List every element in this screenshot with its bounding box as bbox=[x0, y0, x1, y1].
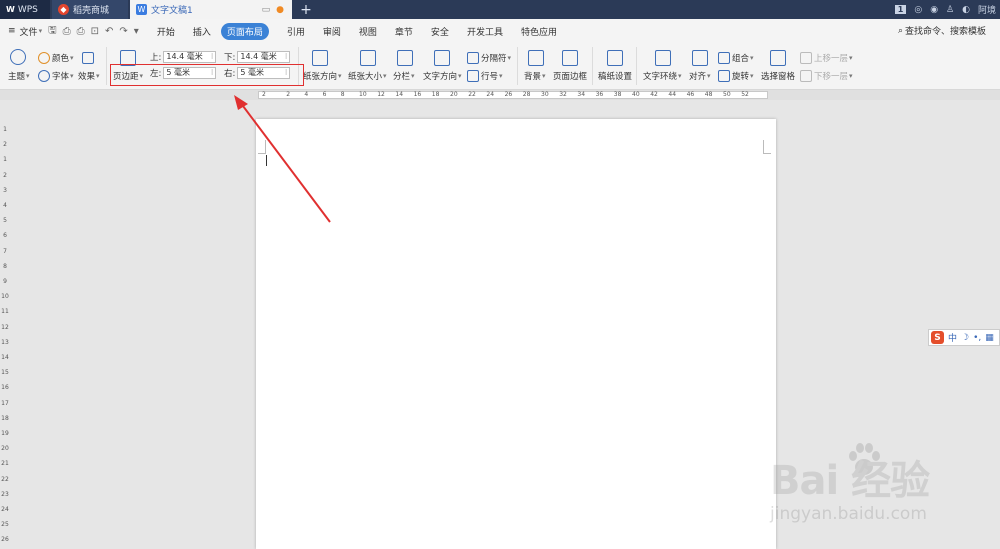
watermark-logo-text: Bai 经验 bbox=[770, 458, 930, 504]
baidu-jingyan-watermark: Bai 经验 jingyan.baidu.com bbox=[770, 440, 1000, 540]
keyboard-icon[interactable]: ▦ bbox=[985, 333, 994, 343]
sogou-icon[interactable]: S bbox=[931, 331, 944, 344]
watermark-url: jingyan.baidu.com bbox=[770, 504, 927, 524]
punctuation-icon[interactable]: •, bbox=[973, 333, 981, 343]
ime-mode-toggle[interactable]: 中 bbox=[948, 331, 957, 344]
ime-toolbar[interactable]: S 中 ☽ •, ▦ bbox=[928, 329, 1000, 346]
moon-icon[interactable]: ☽ bbox=[961, 333, 969, 343]
